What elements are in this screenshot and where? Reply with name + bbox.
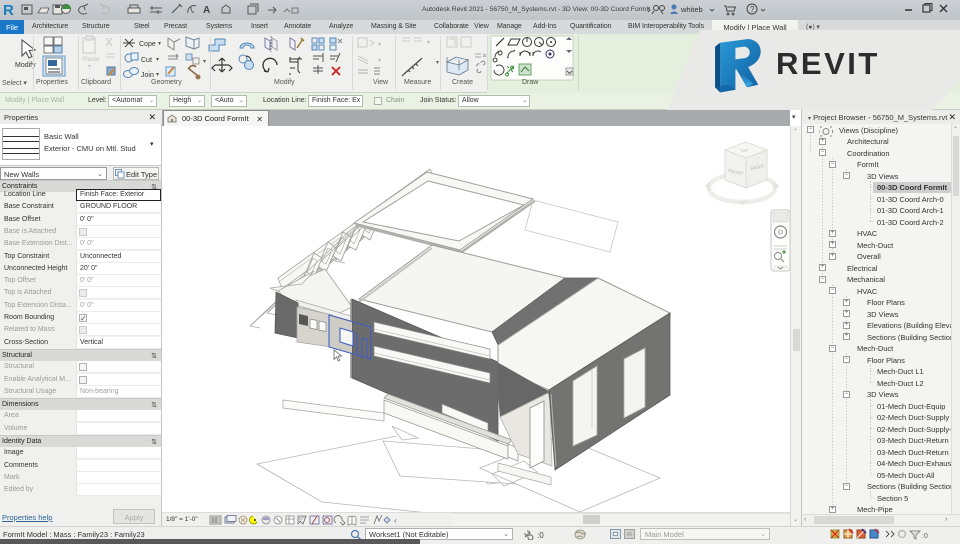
svg-text:Cope: Cope <box>139 41 156 48</box>
svg-text:Join: Join <box>141 72 154 79</box>
svg-text:?: ? <box>750 5 755 14</box>
svg-text:R: R <box>3 2 14 19</box>
svg-text:▾: ▾ <box>378 58 381 64</box>
svg-text::0: :0 <box>922 533 928 540</box>
svg-text:▾: ▾ <box>203 59 206 65</box>
svg-text:▾: ▾ <box>156 72 159 78</box>
svg-text:▾: ▾ <box>378 42 381 48</box>
svg-text:TOP: TOP <box>740 148 748 153</box>
svg-text:REVIT: REVIT <box>776 46 880 81</box>
svg-text:Cut: Cut <box>141 57 152 64</box>
svg-text:▾: ▾ <box>156 57 159 63</box>
svg-text:▾: ▾ <box>436 60 439 66</box>
svg-text:whiteb: whiteb <box>680 5 703 14</box>
svg-text:Paste: Paste <box>83 56 100 63</box>
svg-text:▾: ▾ <box>158 41 161 47</box>
svg-text:▾: ▾ <box>427 40 430 46</box>
svg-text:A: A <box>203 5 210 16</box>
svg-text:▾: ▾ <box>88 64 91 70</box>
svg-text::0: :0 <box>537 531 544 540</box>
svg-text:‹: ‹ <box>394 516 397 525</box>
